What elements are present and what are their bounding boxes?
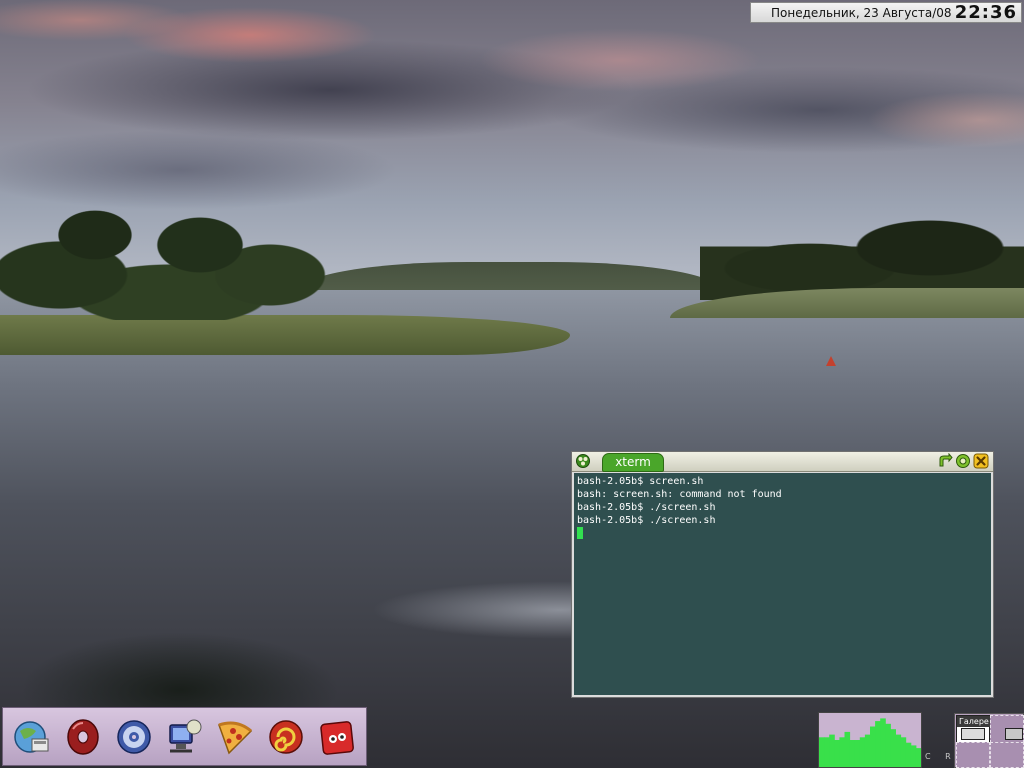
workspace-3[interactable] xyxy=(956,742,990,768)
cpu-load-bar xyxy=(864,734,871,767)
cpu-load-bar xyxy=(895,734,902,767)
terminal-line: bash-2.05b$ ./screen.sh xyxy=(577,502,716,513)
cpu-load-bar xyxy=(885,723,891,767)
pager-window-thumb xyxy=(1005,728,1023,740)
wallpaper-left-trees xyxy=(0,205,340,320)
window-title: xterm xyxy=(602,453,664,472)
circle-icon[interactable] xyxy=(955,453,971,469)
pager-window-thumb xyxy=(961,728,985,740)
cpu-load-bar xyxy=(910,745,917,767)
cpu-load-bar xyxy=(905,742,912,767)
file-manager-icon[interactable] xyxy=(10,714,54,760)
cpu-load-bar xyxy=(824,737,830,767)
monitor-icon[interactable] xyxy=(162,714,206,760)
flower-menu-icon[interactable] xyxy=(575,454,591,468)
desktop-label: C R xyxy=(925,752,957,761)
cpu-load-bar xyxy=(890,729,896,767)
wallpaper-left-bank xyxy=(0,315,570,355)
cpu-load-monitor[interactable] xyxy=(818,712,922,768)
cpu-load-bar xyxy=(819,737,825,767)
cpu-load-bar xyxy=(915,748,921,767)
terminal-cursor xyxy=(577,527,583,539)
pizza-icon[interactable] xyxy=(213,714,257,760)
donut-icon[interactable] xyxy=(61,714,105,760)
wallpaper-buoy xyxy=(826,356,836,366)
terminal-line: bash-2.05b$ screen.sh xyxy=(577,476,704,487)
cpu-load-bar xyxy=(875,721,881,767)
cpu-load-bar xyxy=(900,737,907,767)
red-box-icon[interactable] xyxy=(315,714,359,760)
disc-icon[interactable] xyxy=(112,714,156,760)
clock-panel[interactable]: Понедельник, 23 Августа/08 22:36 xyxy=(750,2,1022,23)
spiral-icon[interactable] xyxy=(264,714,308,760)
arrow-curve-icon[interactable] xyxy=(937,453,953,469)
cpu-load-bar xyxy=(880,718,886,767)
terminal-area[interactable]: bash-2.05b$ screen.sh bash: screen.sh: c… xyxy=(574,473,991,695)
window-titlebar[interactable]: xterm xyxy=(572,452,993,472)
terminal-line: bash: screen.sh: command not found xyxy=(577,489,782,500)
cpu-load-bar xyxy=(839,737,845,767)
workspace-4[interactable] xyxy=(990,742,1024,768)
cpu-load-bar xyxy=(844,731,851,767)
pager-label: Галере xyxy=(957,716,991,727)
cpu-load-bar xyxy=(829,734,835,767)
cpu-load-bar xyxy=(859,737,866,767)
application-dock xyxy=(2,707,367,766)
cpu-load-bar xyxy=(849,740,856,767)
clock-time: 22:36 xyxy=(954,2,1017,23)
terminal-line: bash-2.05b$ ./screen.sh xyxy=(577,515,716,526)
cpu-load-bar xyxy=(834,740,840,767)
workspace-2[interactable] xyxy=(990,715,1024,743)
workspace-pager[interactable]: Галере xyxy=(954,713,1024,768)
cpu-load-bar xyxy=(870,726,876,767)
cpu-load-bar xyxy=(854,740,861,767)
clock-date: Понедельник, 23 Августа/08 xyxy=(771,5,952,20)
close-icon[interactable] xyxy=(973,453,989,469)
xterm-window[interactable]: xterm bash-2.05b$ screen.sh bash: screen… xyxy=(571,451,994,698)
